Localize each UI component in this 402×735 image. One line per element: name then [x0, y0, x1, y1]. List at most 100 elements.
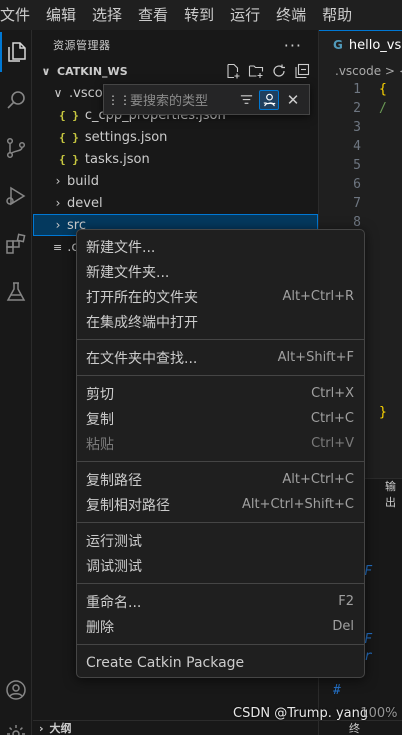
context-menu-item[interactable]: 复制 Ctrl+C: [77, 406, 364, 431]
context-menu-item[interactable]: 新建文件夹...: [77, 259, 364, 284]
tree-label: tasks.json: [84, 151, 150, 167]
menu-separator: [77, 522, 364, 523]
menu-item-label: 剪切: [86, 386, 114, 403]
menu-view[interactable]: 查看: [130, 0, 176, 30]
context-menu-item[interactable]: 删除 Del: [77, 614, 364, 639]
workspace-name: CATKIN_WS: [57, 64, 128, 78]
more-actions-button[interactable]: ···: [284, 36, 302, 55]
menu-help[interactable]: 帮助: [314, 0, 360, 30]
menu-separator: [77, 375, 364, 376]
menu-separator: [77, 339, 364, 340]
watermark: CSDN @Trump. yang 100%: [233, 706, 397, 721]
account-icon[interactable]: [0, 670, 32, 710]
menu-run[interactable]: 运行: [222, 0, 268, 30]
cpp-file-icon: G: [333, 38, 343, 52]
tree-label: settings.json: [84, 129, 168, 145]
outline-section-header[interactable]: › 大纲: [33, 720, 318, 735]
new-folder-icon[interactable]: [247, 62, 264, 79]
explorer-files-icon[interactable]: [0, 32, 32, 72]
explorer-actions: [224, 62, 310, 79]
tree-find-widget: ⋮⋮ 要搜索的类型 ✕: [103, 84, 310, 115]
context-menu-item[interactable]: 剪切 Ctrl+X: [77, 381, 364, 406]
menu-item-shortcut: Del: [332, 619, 354, 634]
line-number: 6: [353, 177, 361, 192]
json-file-icon: { }: [59, 108, 79, 122]
menu-item-label: 粘贴: [86, 436, 114, 453]
workspace-section-header[interactable]: ∨ CATKIN_WS: [33, 60, 318, 82]
refresh-icon[interactable]: [270, 62, 287, 79]
testing-flask-icon[interactable]: [0, 272, 32, 312]
manage-gear-icon[interactable]: [0, 714, 32, 735]
search-icon[interactable]: [0, 80, 32, 120]
chevron-down-icon: ∨: [53, 86, 63, 100]
menu-file[interactable]: 文件: [0, 0, 38, 30]
menu-item-label: 新建文件夹...: [86, 264, 170, 281]
menu-item-shortcut: Ctrl+C: [310, 411, 354, 426]
menu-item-shortcut: Ctrl+X: [311, 386, 354, 401]
menu-item-label: 复制: [86, 411, 114, 428]
json-file-icon: { }: [59, 152, 79, 166]
context-menu-item[interactable]: 在集成终端中打开: [77, 309, 364, 334]
context-menu-item[interactable]: 复制相对路径 Alt+Ctrl+Shift+C: [77, 492, 364, 517]
tree-file-tasks[interactable]: { } tasks.json: [33, 148, 318, 170]
context-menu-item[interactable]: 调试测试: [77, 553, 364, 578]
chevron-down-icon: ∨: [41, 64, 51, 78]
menu-item-label: 重命名...: [86, 594, 142, 611]
menu-separator: [77, 461, 364, 462]
collapse-all-icon[interactable]: [293, 62, 310, 79]
menu-item-label: 复制相对路径: [86, 497, 170, 514]
code-area[interactable]: { / }: [379, 82, 402, 424]
context-menu-item[interactable]: Create Catkin Package: [77, 650, 364, 675]
tab-hello-vscode[interactable]: G hello_vsc: [319, 29, 402, 60]
code-line: /: [379, 101, 387, 116]
tree-file-settings[interactable]: { } settings.json: [33, 126, 318, 148]
line-number: 7: [353, 196, 361, 211]
menu-go[interactable]: 转到: [176, 0, 222, 30]
line-number: 3: [353, 120, 361, 135]
tree-folder-build[interactable]: › build: [33, 170, 318, 192]
filter-icon[interactable]: [237, 91, 255, 109]
code-line: {: [379, 82, 387, 97]
context-menu-item: 粘贴 Ctrl+V: [77, 431, 364, 456]
chevron-right-icon: ›: [55, 218, 61, 232]
menu-selection[interactable]: 选择: [84, 0, 130, 30]
context-menu-item[interactable]: 重命名... F2: [77, 589, 364, 614]
chevron-right-icon: ›: [55, 174, 61, 188]
close-icon[interactable]: ✕: [285, 91, 301, 109]
menu-item-shortcut: Alt+Shift+F: [277, 350, 354, 365]
context-menu-item[interactable]: 新建文件...: [77, 234, 364, 259]
menu-edit[interactable]: 编辑: [38, 0, 84, 30]
watermark-text: CSDN @Trump. yang: [233, 706, 369, 721]
tree-folder-devel[interactable]: › devel: [33, 192, 318, 214]
line-number: 4: [353, 139, 361, 154]
editor-tab-bar: G hello_vsc: [319, 29, 402, 60]
chevron-right-icon: ›: [39, 721, 44, 735]
menu-item-label: 运行测试: [86, 533, 142, 550]
outline-title: 大纲: [49, 722, 72, 735]
extensions-icon[interactable]: [0, 224, 32, 264]
activity-bar: [0, 30, 32, 735]
find-input[interactable]: 要搜索的类型: [130, 90, 226, 109]
menu-item-label: 调试测试: [86, 558, 142, 575]
json-file-icon: { }: [59, 130, 79, 144]
context-menu-item[interactable]: 打开所在的文件夹 Alt+Ctrl+R: [77, 284, 364, 309]
fuzzy-match-icon[interactable]: [259, 89, 279, 110]
menu-item-shortcut: Ctrl+V: [311, 436, 354, 451]
breadcrumb[interactable]: .vscode > { }: [319, 60, 402, 82]
run-debug-icon[interactable]: [0, 176, 32, 216]
menu-item-label: 在文件夹中查找...: [86, 350, 198, 367]
context-menu-item[interactable]: 在文件夹中查找... Alt+Shift+F: [77, 345, 364, 370]
menu-terminal[interactable]: 终端: [268, 0, 314, 30]
menu-item-label: 新建文件...: [86, 239, 156, 256]
line-number: 5: [353, 158, 361, 173]
source-control-icon[interactable]: [0, 128, 32, 168]
drag-handle-icon[interactable]: ⋮⋮: [107, 93, 131, 107]
zoom-level: 100%: [360, 706, 398, 721]
menu-item-label: 在集成终端中打开: [86, 314, 198, 331]
context-menu-item[interactable]: 运行测试: [77, 528, 364, 553]
status-bar: 终: [319, 720, 402, 735]
line-number: 1: [353, 82, 361, 97]
explorer-context-menu: 新建文件... 新建文件夹... 打开所在的文件夹 Alt+Ctrl+R 在集成终端中打…: [76, 229, 365, 678]
context-menu-item[interactable]: 复制路径 Alt+Ctrl+C: [77, 467, 364, 492]
new-file-icon[interactable]: [224, 62, 241, 79]
